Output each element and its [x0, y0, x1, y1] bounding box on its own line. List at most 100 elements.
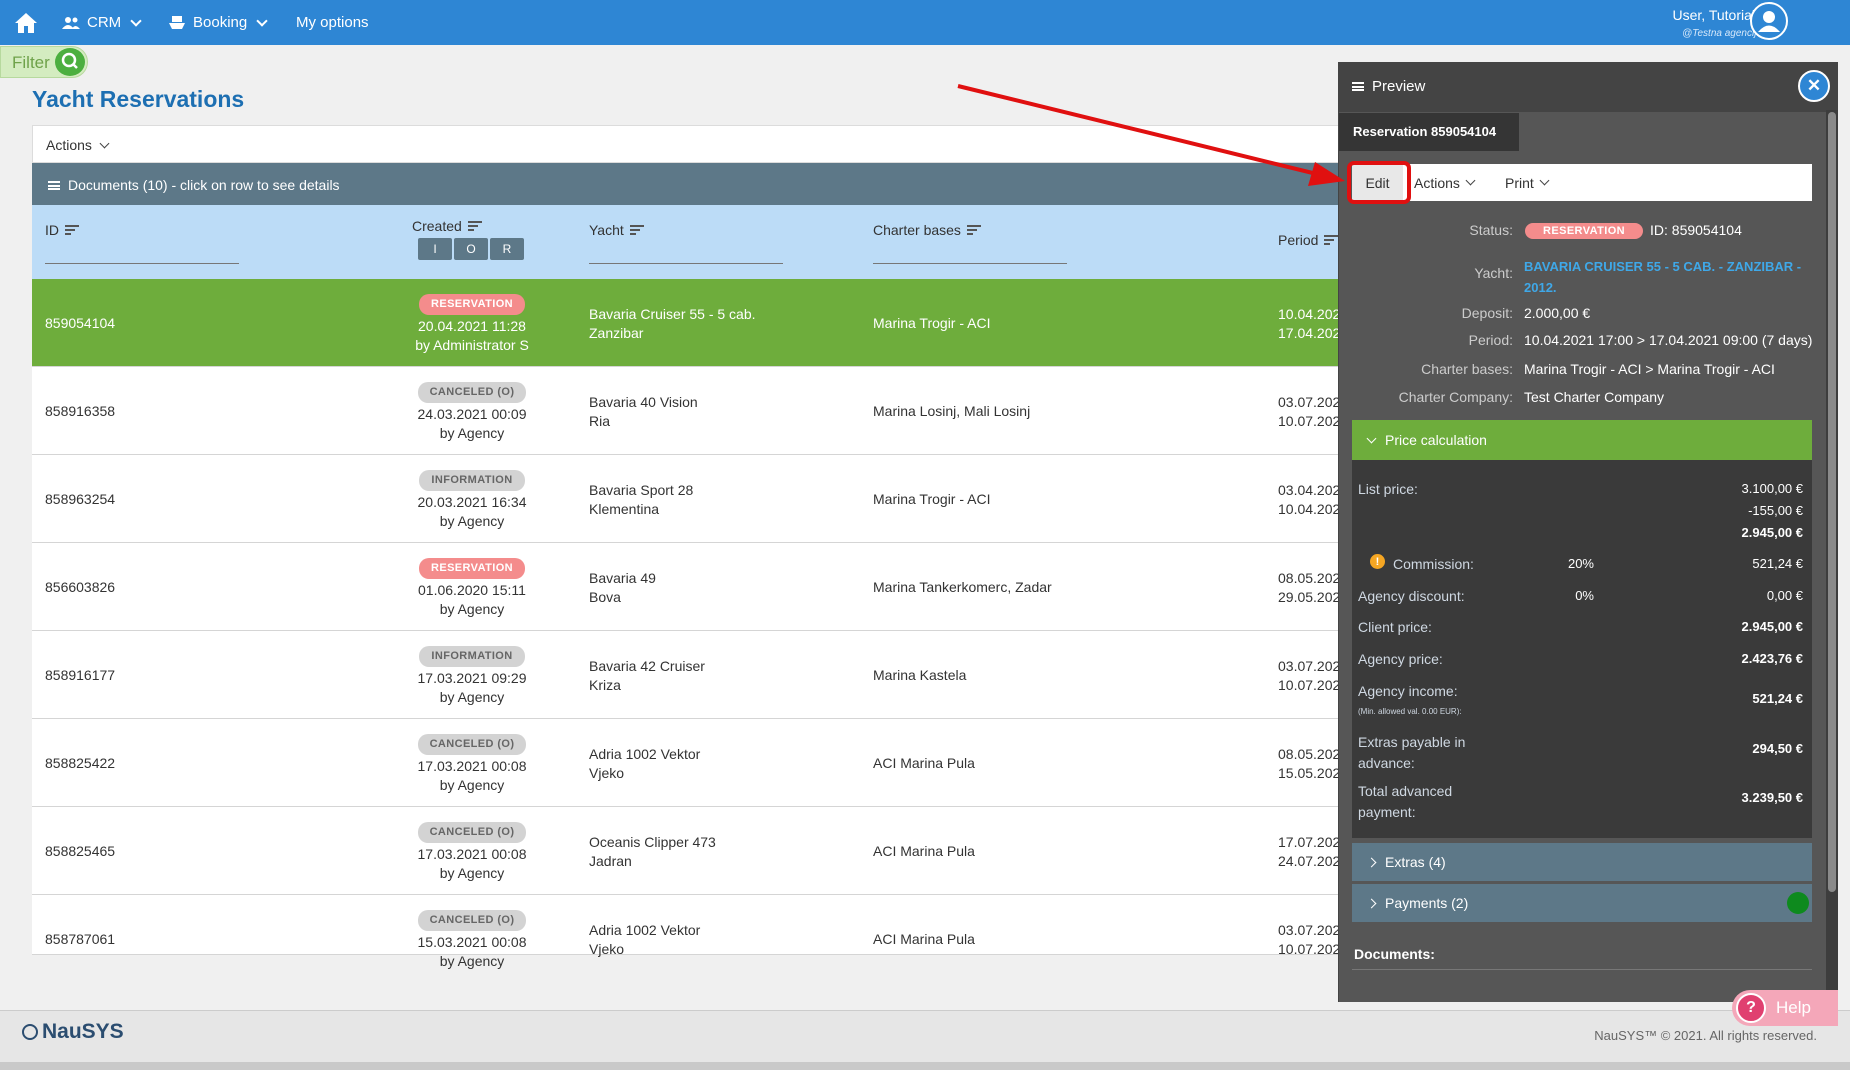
sort-icon[interactable] — [467, 221, 482, 231]
row-yacht: Adria 1002 Vektor Vjeko — [589, 921, 700, 959]
row-yacht-model: Adria 1002 Vektor — [589, 922, 701, 938]
table-row[interactable]: 858916177 INFORMATION 17.03.2021 09:29 by A… — [32, 631, 1346, 719]
sort-icon[interactable] — [966, 225, 981, 235]
row-id: 858825422 — [45, 755, 116, 771]
documents-divider — [1352, 969, 1812, 970]
sort-icon[interactable] — [1324, 235, 1339, 245]
payment-status-dot — [1787, 892, 1809, 914]
status-badge: RESERVATION — [1525, 221, 1644, 239]
row-yacht-model: Bavaria 40 Vision — [589, 394, 698, 410]
yacht-filter-input[interactable] — [589, 263, 783, 264]
row-period-end: 17.04.202 — [1278, 325, 1341, 341]
row-period-start: 17.07.202 — [1278, 834, 1341, 850]
preview-scrollbar-thumb[interactable] — [1828, 112, 1836, 892]
column-period[interactable]: Period — [1278, 232, 1339, 248]
row-yacht: Bavaria Cruiser 55 - 5 cab. Zanzibar — [589, 305, 756, 343]
row-yacht-name: Bova — [589, 589, 621, 605]
close-icon[interactable]: ✕ — [1798, 70, 1830, 102]
price-calculation-toggle[interactable]: Price calculation — [1352, 420, 1812, 460]
charter-company-value: Test Charter Company — [1524, 389, 1665, 405]
row-yacht-model: Adria 1002 Vektor — [589, 746, 701, 762]
table-row[interactable]: 858963254 INFORMATION 20.03.2021 16:34 by A… — [32, 455, 1346, 543]
bases-filter-input[interactable] — [873, 263, 1067, 264]
filter-reservations-button[interactable]: R — [490, 238, 524, 260]
payments-section-toggle[interactable]: Payments (2) — [1352, 884, 1812, 922]
nav-crm[interactable]: CRM — [62, 0, 142, 45]
row-created: CANCELED (O) 17.03.2021 00:08 by Agency — [372, 733, 572, 795]
row-period: 08.05.202 29.05.202 — [1278, 569, 1340, 607]
extras-advance-value: 294,50 € — [1752, 741, 1803, 756]
row-created: RESERVATION 20.04.2021 11:28 by Administra… — [372, 293, 572, 355]
column-id[interactable]: ID — [45, 222, 79, 238]
row-period-end: 10.04.202 — [1278, 501, 1341, 517]
question-icon: ? — [1736, 993, 1766, 1023]
print-label: Print — [1505, 174, 1534, 191]
user-name[interactable]: User, Tutorials — [1673, 7, 1762, 23]
agency-price-label: Agency price: — [1358, 651, 1443, 667]
table-row[interactable]: 859054104 RESERVATION 20.04.2021 11:28 by A… — [32, 279, 1346, 367]
row-charter-base: ACI Marina Pula — [873, 843, 975, 859]
yacht-link[interactable]: BAVARIA CRUISER 55 - 5 CAB. - ZANZIBAR -… — [1524, 256, 1801, 298]
documents-label: Documents: — [1354, 946, 1435, 962]
row-id: 858916358 — [45, 403, 116, 419]
table-row[interactable]: 856603826 RESERVATION 01.06.2020 15:11 by A… — [32, 543, 1346, 631]
period-label: Period: — [1468, 332, 1513, 348]
logo-text: NauSYS — [42, 1020, 124, 1043]
status-badge: CANCELED (O) — [417, 910, 527, 931]
row-yacht: Bavaria 40 Vision Ria — [589, 393, 698, 431]
status-badge: INFORMATION — [419, 646, 525, 667]
row-yacht-name: Jadran — [589, 853, 632, 869]
column-created-label: Created — [412, 218, 462, 234]
row-period-start: 03.07.202 — [1278, 658, 1341, 674]
charter-bases-value: Marina Trogir - ACI > Marina Trogir - AC… — [1524, 361, 1775, 377]
chevron-right-icon — [1366, 857, 1377, 867]
payments-section-label: Payments (2) — [1385, 895, 1469, 911]
horizontal-scrollbar[interactable] — [0, 1062, 1850, 1070]
charter-company-label: Charter Company: — [1398, 389, 1513, 405]
filter-options-button[interactable]: O — [454, 238, 488, 260]
id-filter-input[interactable] — [45, 263, 239, 264]
actions-dropdown[interactable]: Actions — [46, 137, 110, 153]
chevron-down-icon — [256, 14, 268, 27]
highlight-box — [1347, 161, 1411, 204]
tab-reservation[interactable]: Reservation 859054104 — [1339, 113, 1519, 151]
row-created-by: by Agency — [439, 865, 505, 881]
nav-my-options[interactable]: My options — [296, 0, 369, 45]
table-row[interactable]: 858825465 CANCELED (O) 17.03.2021 00:08 by … — [32, 807, 1346, 895]
help-button[interactable]: ? Help — [1732, 990, 1838, 1026]
column-charter-bases[interactable]: Charter bases — [873, 222, 981, 238]
row-created: INFORMATION 17.03.2021 09:29 by Agency — [372, 645, 572, 707]
row-yacht-model: Bavaria Cruiser 55 - 5 cab. — [589, 306, 756, 322]
filter-information-button[interactable]: I — [418, 238, 452, 260]
column-created[interactable]: Created — [412, 218, 482, 234]
preview-actions-label: Actions — [1414, 174, 1460, 191]
table-row[interactable]: 858787061 CANCELED (O) 15.03.2021 00:08 by … — [32, 895, 1346, 969]
print-dropdown[interactable]: Print — [1505, 164, 1550, 201]
sort-icon[interactable] — [629, 225, 644, 235]
row-yacht: Bavaria Sport 28 Klementina — [589, 481, 693, 519]
row-id: 858963254 — [45, 491, 116, 507]
search-icon[interactable] — [55, 48, 85, 76]
info-icon[interactable]: ! — [1370, 554, 1385, 569]
home-icon[interactable] — [14, 0, 38, 45]
table-row[interactable]: 858916358 CANCELED (O) 24.03.2021 00:09 by … — [32, 367, 1346, 455]
table-row[interactable]: 858825422 CANCELED (O) 17.03.2021 00:08 by … — [32, 719, 1346, 807]
column-bases-label: Charter bases — [873, 222, 961, 238]
top-navbar — [0, 0, 1850, 45]
total-advanced-label: Total advanced payment: — [1358, 781, 1452, 823]
row-yacht-model: Bavaria 49 — [589, 570, 656, 586]
nav-booking[interactable]: Booking — [168, 0, 268, 45]
row-yacht-name: Kriza — [589, 677, 621, 693]
row-created-by: by Administrator S — [415, 337, 529, 353]
row-period-end: 10.07.202 — [1278, 413, 1341, 429]
avatar[interactable] — [1750, 2, 1788, 40]
status-badge: RESERVATION — [418, 558, 526, 579]
preview-actions-dropdown[interactable]: Actions — [1414, 164, 1476, 201]
row-period-end: 24.07.202 — [1278, 853, 1341, 869]
agency-income-value: 521,24 € — [1752, 691, 1803, 706]
sort-icon[interactable] — [65, 225, 79, 235]
user-icon — [1758, 11, 1780, 32]
list-price-value: 3.100,00 € — [1741, 481, 1803, 496]
column-yacht[interactable]: Yacht — [589, 222, 644, 238]
extras-section-toggle[interactable]: Extras (4) — [1352, 843, 1812, 881]
